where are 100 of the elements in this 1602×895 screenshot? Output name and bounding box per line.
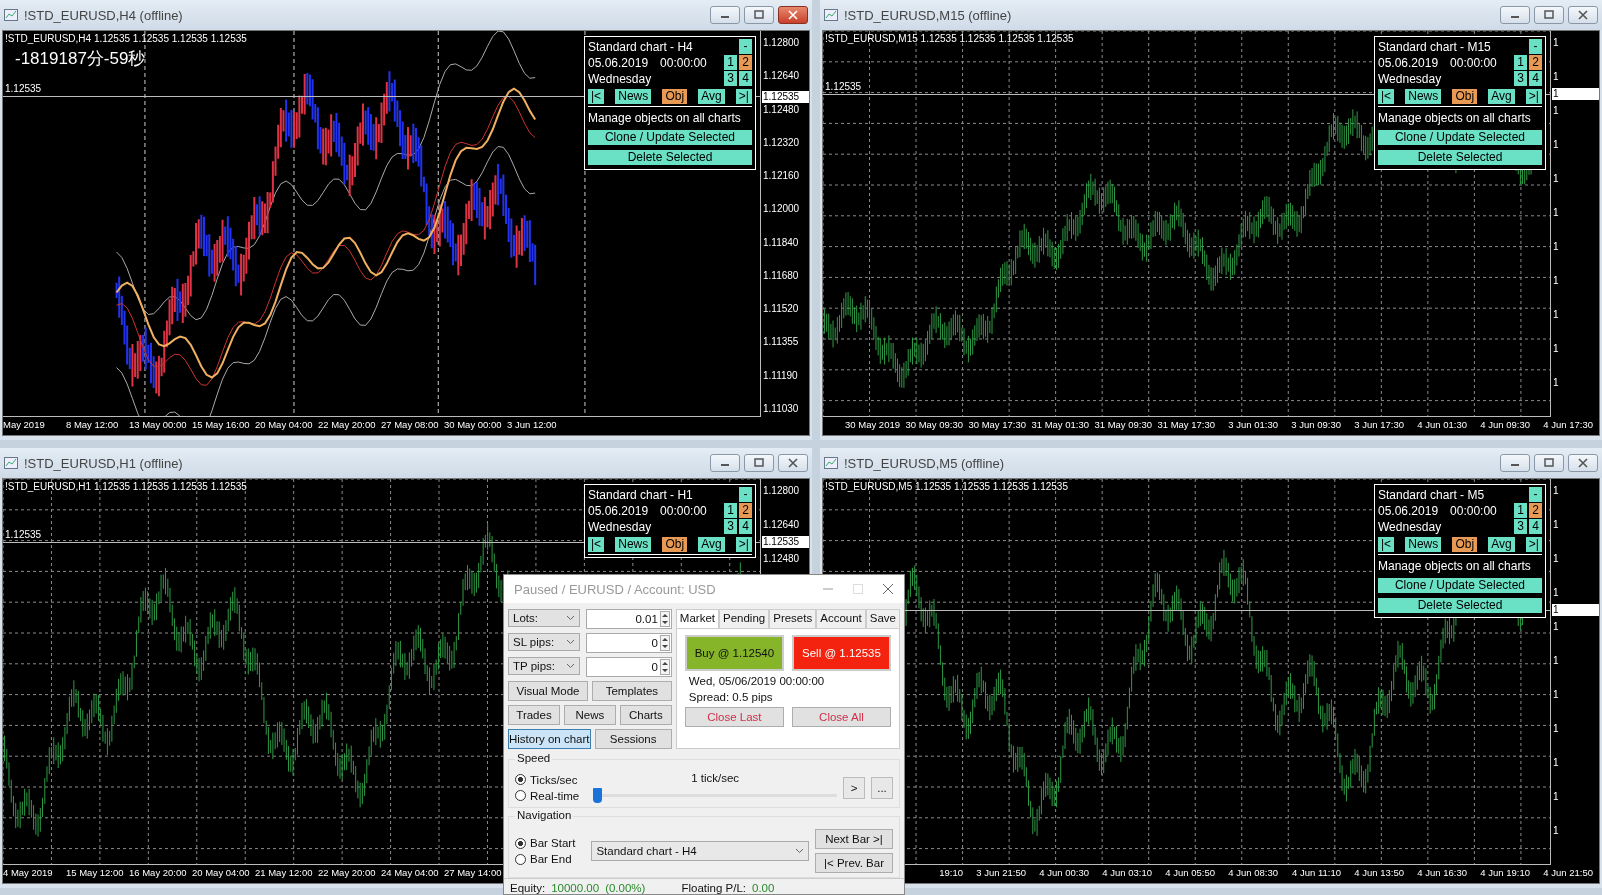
price-axis-label: 1.12480 xyxy=(763,103,801,116)
tool-button[interactable]: Trades xyxy=(508,705,560,725)
panel-nav-button[interactable]: >| xyxy=(1525,537,1542,552)
number-button[interactable]: 3 xyxy=(724,71,737,86)
minimize-button[interactable] xyxy=(1500,6,1530,24)
time-axis-label: 4 Jun 01:30 xyxy=(1416,418,1467,432)
tab[interactable]: Market xyxy=(675,609,719,628)
panel-nav-button[interactable]: Obj xyxy=(1452,537,1478,552)
collapse-button[interactable]: - xyxy=(739,39,752,54)
tool-button[interactable]: Visual Mode xyxy=(508,681,588,701)
radio-option[interactable]: Bar Start xyxy=(515,837,576,849)
tool-button[interactable]: History on chart xyxy=(508,729,591,749)
number-button[interactable]: 1 xyxy=(724,55,737,70)
panel-action-button[interactable]: Clone / Update Selected xyxy=(1378,578,1542,593)
tab[interactable]: Pending xyxy=(719,609,770,628)
panel-nav-button[interactable]: |< xyxy=(588,89,605,104)
sell-button[interactable]: Sell @ 1.12535 xyxy=(791,635,891,671)
panel-nav-button[interactable]: >| xyxy=(1525,89,1542,104)
tool-button[interactable]: Charts xyxy=(619,705,672,725)
close-button[interactable] xyxy=(1568,454,1598,472)
time-axis-label: 4 Jun 03:10 xyxy=(1101,866,1152,880)
tab[interactable]: Account xyxy=(816,609,866,628)
panel-nav-button[interactable]: Obj xyxy=(1452,89,1478,104)
tool-button[interactable]: News xyxy=(563,705,616,725)
number-button[interactable]: 1 xyxy=(724,503,737,518)
tab[interactable]: Save xyxy=(865,609,900,628)
number-button[interactable]: 3 xyxy=(1514,71,1527,86)
panel-action-button[interactable]: Clone / Update Selected xyxy=(1378,130,1542,145)
number-button[interactable]: 4 xyxy=(1529,519,1542,534)
panel-nav-button[interactable]: |< xyxy=(588,537,605,552)
panel-action-button[interactable]: Clone / Update Selected xyxy=(588,130,752,145)
param-dropdown[interactable]: Lots: xyxy=(508,609,580,627)
price-axis-label: 1 xyxy=(1553,37,1560,49)
panel-nav-button[interactable]: Avg xyxy=(698,89,725,104)
chart-dropdown[interactable]: Standard chart - H4 xyxy=(591,841,809,861)
number-button[interactable]: 4 xyxy=(739,71,752,86)
minimize-button[interactable] xyxy=(710,454,740,472)
panel-nav-button[interactable]: News xyxy=(615,89,652,104)
minimize-button[interactable] xyxy=(1500,454,1530,472)
number-button[interactable]: 4 xyxy=(739,519,752,534)
number-spinner[interactable]: 0 xyxy=(586,633,672,653)
panel-nav-button[interactable]: >| xyxy=(735,89,752,104)
param-dropdown[interactable]: TP pips: xyxy=(508,657,580,675)
close-button[interactable] xyxy=(778,454,808,472)
number-button[interactable]: 3 xyxy=(724,519,737,534)
panel-action-button[interactable]: Delete Selected xyxy=(1378,598,1542,613)
number-spinner[interactable]: 0 xyxy=(586,657,672,677)
panel-nav-button[interactable]: Obj xyxy=(662,537,688,552)
maximize-button[interactable] xyxy=(1534,454,1564,472)
price-axis-label: 1 xyxy=(1553,587,1560,599)
maximize-button[interactable] xyxy=(744,454,774,472)
radio-option[interactable]: Bar End xyxy=(515,853,576,865)
number-spinner[interactable]: 0.01 xyxy=(586,609,672,629)
minimize-button[interactable] xyxy=(710,6,740,24)
close-trade-button[interactable]: Close All xyxy=(791,707,891,727)
speed-button[interactable]: > xyxy=(843,776,865,799)
number-button[interactable]: 2 xyxy=(739,503,752,518)
panel-nav-button[interactable]: |< xyxy=(1378,537,1395,552)
maximize-button[interactable] xyxy=(744,6,774,24)
panel-nav-button[interactable]: News xyxy=(615,537,652,552)
manage-title: Manage objects on all charts xyxy=(588,111,742,125)
collapse-button[interactable]: - xyxy=(1529,487,1542,502)
bar-step-button[interactable]: |< Prev. Bar xyxy=(815,853,893,873)
panel-nav-button[interactable]: Obj xyxy=(662,89,688,104)
time-axis-label: 21 May 12:00 xyxy=(255,866,314,880)
tool-button[interactable]: Sessions xyxy=(594,729,672,749)
tab[interactable]: Presets xyxy=(769,609,817,628)
panel-nav-button[interactable]: Avg xyxy=(698,537,725,552)
panel-nav-button[interactable]: News xyxy=(1405,89,1442,104)
collapse-button[interactable]: - xyxy=(739,487,752,502)
radio-option[interactable]: Real-time xyxy=(515,789,580,802)
number-button[interactable]: 2 xyxy=(1529,55,1542,70)
panel-nav-button[interactable]: |< xyxy=(1378,89,1395,104)
number-button[interactable]: 2 xyxy=(1529,503,1542,518)
param-dropdown[interactable]: SL pips: xyxy=(508,633,580,651)
buy-button[interactable]: Buy @ 1.12540 xyxy=(684,635,784,671)
slider-thumb[interactable] xyxy=(593,788,603,803)
collapse-button[interactable]: - xyxy=(1529,39,1542,54)
bar-step-button[interactable]: Next Bar >| xyxy=(815,829,893,849)
radio-option[interactable]: Ticks/sec xyxy=(515,773,580,786)
speed-button[interactable]: ... xyxy=(871,776,893,799)
number-button[interactable]: 4 xyxy=(1529,71,1542,86)
time-axis-label: 4 Jun 17:30 xyxy=(1542,418,1593,432)
panel-action-button[interactable]: Delete Selected xyxy=(588,150,752,165)
maximize-button[interactable] xyxy=(1534,6,1564,24)
number-button[interactable]: 1 xyxy=(1514,55,1527,70)
panel-action-button[interactable]: Delete Selected xyxy=(1378,150,1542,165)
panel-nav-button[interactable]: News xyxy=(1405,537,1442,552)
number-button[interactable]: 2 xyxy=(739,55,752,70)
number-button[interactable]: 3 xyxy=(1514,519,1527,534)
number-button[interactable]: 1 xyxy=(1514,503,1527,518)
close-trade-button[interactable]: Close Last xyxy=(684,707,784,727)
panel-nav-button[interactable]: Avg xyxy=(1488,537,1515,552)
panel-date: 05.06.2019 xyxy=(588,503,649,518)
close-icon[interactable] xyxy=(882,583,894,595)
panel-nav-button[interactable]: >| xyxy=(735,537,752,552)
tool-button[interactable]: Templates xyxy=(591,681,672,701)
panel-nav-button[interactable]: Avg xyxy=(1488,89,1515,104)
close-button[interactable] xyxy=(778,6,808,24)
close-button[interactable] xyxy=(1568,6,1598,24)
